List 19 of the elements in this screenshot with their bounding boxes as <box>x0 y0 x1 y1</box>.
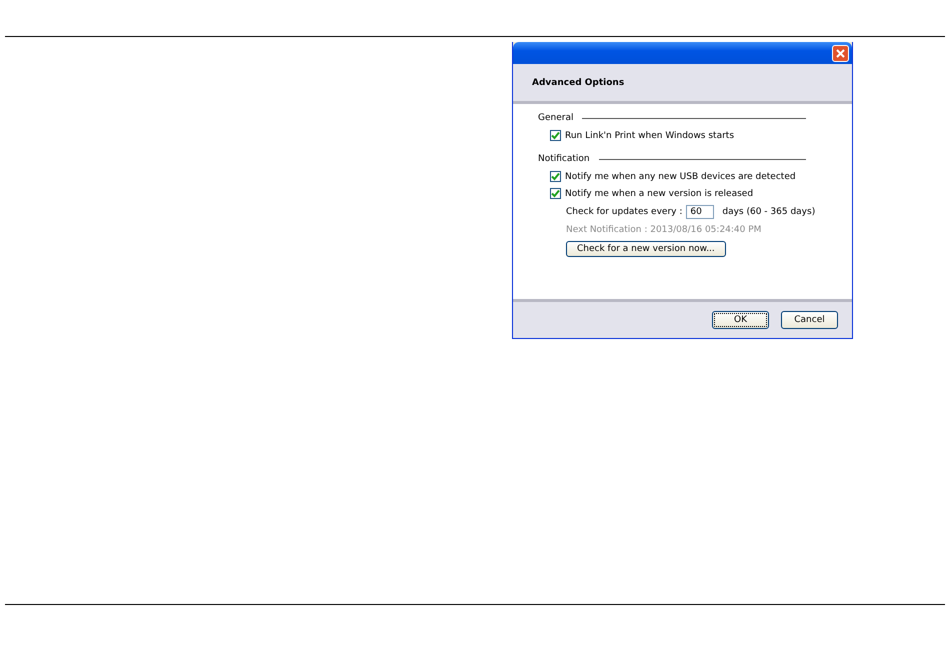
check-version-button[interactable]: Check for a new version now... <box>566 241 726 257</box>
checkmark-icon <box>551 131 560 140</box>
next-notification-text: Next Notification : 2013/08/16 05:24:40 PM <box>566 225 762 235</box>
checkbox[interactable] <box>550 188 561 199</box>
checkbox[interactable] <box>550 130 561 141</box>
checkbox-label: Notify me when any new USB devices are detected <box>565 172 796 182</box>
interval-input-field[interactable]: 60 <box>686 205 714 219</box>
checkbox[interactable] <box>550 171 561 182</box>
checkbox-label: Run Link'n Print when Windows starts <box>565 130 734 140</box>
checkbox-label: Notify me when a new version is released <box>565 188 754 198</box>
close-button[interactable] <box>832 44 849 62</box>
field-unit: days (60 - 365 days) <box>722 207 816 217</box>
close-icon <box>835 48 846 58</box>
dialog-button[interactable]: OK <box>712 311 769 329</box>
dialog-button[interactable]: Cancel <box>781 311 838 329</box>
field-label: Check for updates every : <box>566 207 682 217</box>
section-title: General <box>538 113 574 123</box>
dialog-heading: Advanced Options <box>532 78 624 88</box>
section-title: Notification <box>538 154 590 164</box>
